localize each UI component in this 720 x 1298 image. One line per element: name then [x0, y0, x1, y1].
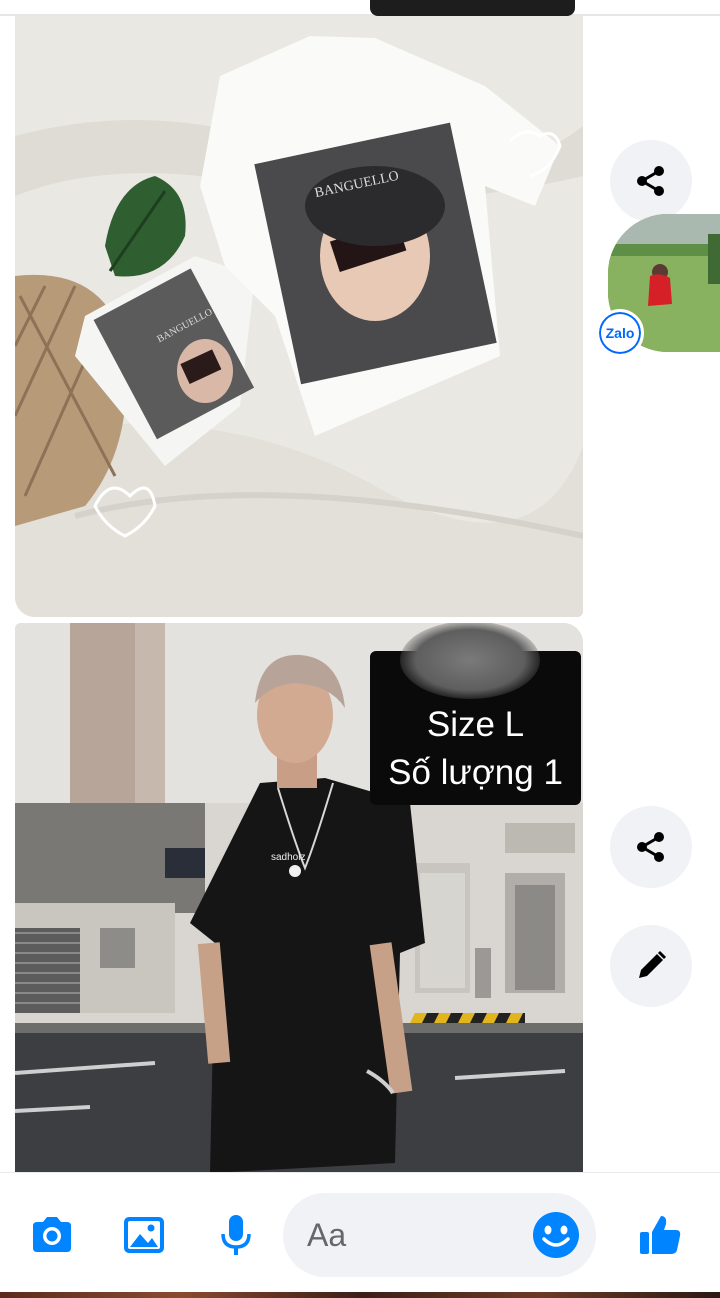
microphone-icon: [221, 1215, 251, 1255]
gallery-button[interactable]: [118, 1209, 170, 1261]
image-icon: [124, 1217, 164, 1253]
edit-button[interactable]: [610, 925, 692, 1007]
pencil-icon: [639, 950, 667, 978]
share-button-photo-2[interactable]: [610, 806, 692, 888]
thumbs-up-icon: [640, 1216, 681, 1254]
blurred-area: [400, 623, 540, 699]
photo-message-model[interactable]: sadholz Size L Số lượng 1: [15, 623, 583, 1173]
zalo-badge-label: Zalo: [605, 325, 635, 341]
photo-message-tshirts[interactable]: BANGUELLO BANGUELLO: [15, 16, 583, 617]
previous-photo-bottom[interactable]: [370, 0, 575, 16]
message-input[interactable]: [307, 1213, 527, 1257]
messenger-chat-screen: BANGUELLO BANGUELLO sadholz Size L Số lư…: [0, 0, 720, 1298]
voice-button[interactable]: [210, 1209, 262, 1261]
share-button-photo-1[interactable]: [610, 140, 692, 222]
caption-size: Size L: [426, 705, 525, 744]
camera-button[interactable]: [26, 1209, 78, 1261]
emoji-icon[interactable]: [530, 1209, 582, 1261]
svg-text:sadholz: sadholz: [271, 852, 305, 863]
share-icon: [637, 832, 664, 862]
bottom-edge-image: [0, 1292, 720, 1298]
zalo-badge: Zalo: [596, 309, 644, 357]
like-button[interactable]: [634, 1209, 686, 1261]
message-composer: [0, 1172, 720, 1292]
caption-quantity: Số lượng 1: [388, 753, 563, 792]
previous-message-edge: [0, 0, 720, 16]
camera-icon: [33, 1217, 71, 1252]
share-icon: [637, 166, 664, 196]
chat-head-bubble[interactable]: Zalo: [596, 214, 720, 357]
size-caption: Size L Số lượng 1: [370, 623, 581, 805]
tshirt-photo: BANGUELLO BANGUELLO: [15, 16, 583, 617]
message-input-container[interactable]: [283, 1193, 596, 1277]
